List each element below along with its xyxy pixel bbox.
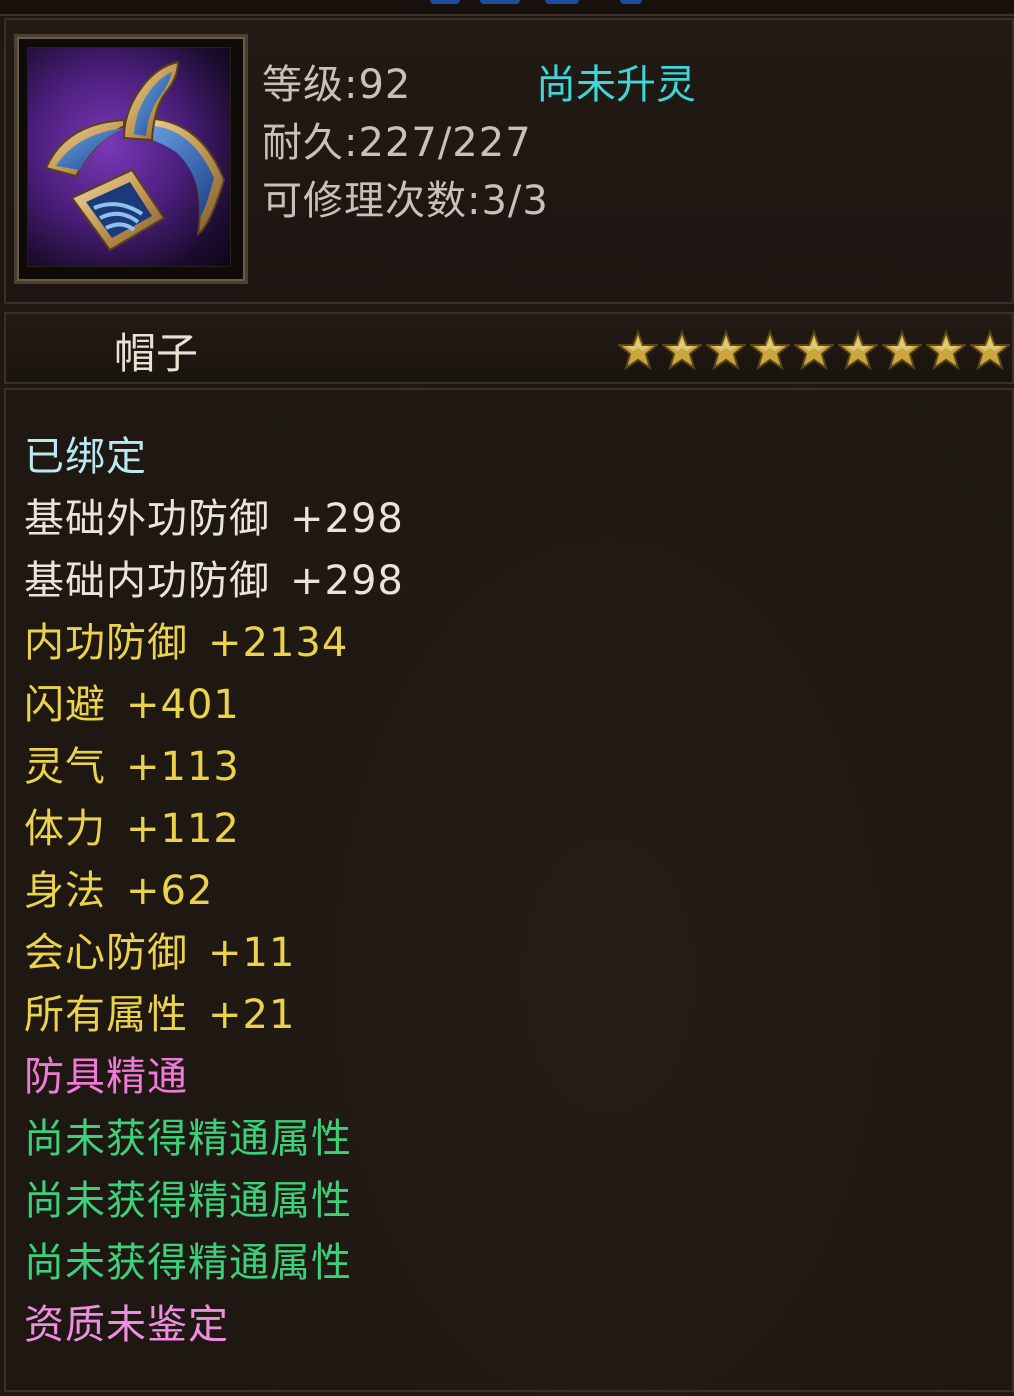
upgrade-status: 尚未升灵	[536, 62, 696, 108]
bound-status: 已绑定	[24, 434, 147, 480]
bonus-attribute-row: 所有属性 +21	[24, 982, 295, 1040]
star-icon	[706, 330, 746, 370]
attribute-value: +113	[126, 744, 240, 790]
attribute-value: +298	[290, 496, 404, 542]
item-durability-line: 耐久:227/227	[262, 110, 532, 168]
attribute-name: 会心防御	[24, 930, 188, 976]
item-repair-line: 可修理次数:3/3	[262, 168, 549, 226]
title-fragment-icon	[620, 0, 642, 4]
bonus-attribute-row: 会心防御 +11	[24, 920, 295, 978]
item-icon-frame	[14, 34, 248, 284]
durability-label: 耐久	[262, 120, 344, 166]
title-fragment-icon	[480, 0, 520, 4]
repair-count-value: 3/3	[481, 178, 549, 224]
mastery-slot: 尚未获得精通属性	[24, 1240, 352, 1286]
mastery-title: 防具精通	[24, 1054, 188, 1100]
attribute-value: +11	[208, 930, 296, 976]
top-edge-strip	[0, 0, 1014, 16]
star-icon	[838, 330, 878, 370]
attribute-value: +112	[126, 806, 240, 852]
attribute-name: 基础外功防御	[24, 496, 270, 542]
repair-count-label: 可修理次数	[262, 178, 467, 224]
durability-value: 227/227	[358, 120, 532, 166]
base-attribute-row: 基础内功防御 +298	[24, 548, 404, 606]
star-icon	[662, 330, 702, 370]
attribute-value: +298	[290, 558, 404, 604]
helmet-item-icon	[27, 47, 231, 267]
title-fragment-icon	[430, 0, 460, 4]
attribute-name: 体力	[24, 806, 106, 852]
star-rating	[618, 330, 1010, 370]
durability-separator: :	[344, 120, 359, 166]
item-tooltip-panel: 等级:92 尚未升灵 耐久:227/227 可修理次数:3/3 帽子 已绑定 基…	[0, 0, 1014, 1396]
attribute-name: 所有属性	[24, 992, 188, 1038]
star-icon	[750, 330, 790, 370]
item-level-line: 等级:92	[262, 52, 411, 110]
item-title-bar: 帽子	[4, 312, 1014, 384]
attribute-name: 基础内功防御	[24, 558, 270, 604]
level-value: 92	[358, 62, 412, 108]
attribute-name: 灵气	[24, 744, 106, 790]
attribute-value: +62	[126, 868, 214, 914]
level-separator: :	[344, 62, 359, 108]
attribute-name: 闪避	[24, 682, 106, 728]
bonus-attribute-row: 体力 +112	[24, 796, 240, 854]
bonus-attribute-row: 身法 +62	[24, 858, 213, 916]
attribute-value: +401	[126, 682, 240, 728]
attribute-value: +2134	[208, 620, 349, 666]
title-fragment-icon	[545, 0, 579, 4]
level-label: 等级	[262, 62, 344, 108]
repair-separator: :	[467, 178, 482, 224]
mastery-slot: 尚未获得精通属性	[24, 1116, 352, 1162]
star-icon	[618, 330, 658, 370]
aptitude-status: 资质未鉴定	[24, 1302, 229, 1348]
helmet-artwork-icon	[44, 60, 226, 252]
attribute-value: +21	[208, 992, 296, 1038]
attribute-name: 内功防御	[24, 620, 188, 666]
bonus-attribute-row: 灵气 +113	[24, 734, 240, 792]
star-icon	[970, 330, 1010, 370]
star-icon	[794, 330, 834, 370]
attribute-name: 身法	[24, 868, 106, 914]
mastery-slot: 尚未获得精通属性	[24, 1178, 352, 1224]
base-attribute-row: 基础外功防御 +298	[24, 486, 404, 544]
star-icon	[882, 330, 922, 370]
bonus-attribute-row: 闪避 +401	[24, 672, 240, 730]
item-type-name: 帽子	[114, 329, 199, 378]
bonus-attribute-row: 内功防御 +2134	[24, 610, 348, 668]
star-icon	[926, 330, 966, 370]
